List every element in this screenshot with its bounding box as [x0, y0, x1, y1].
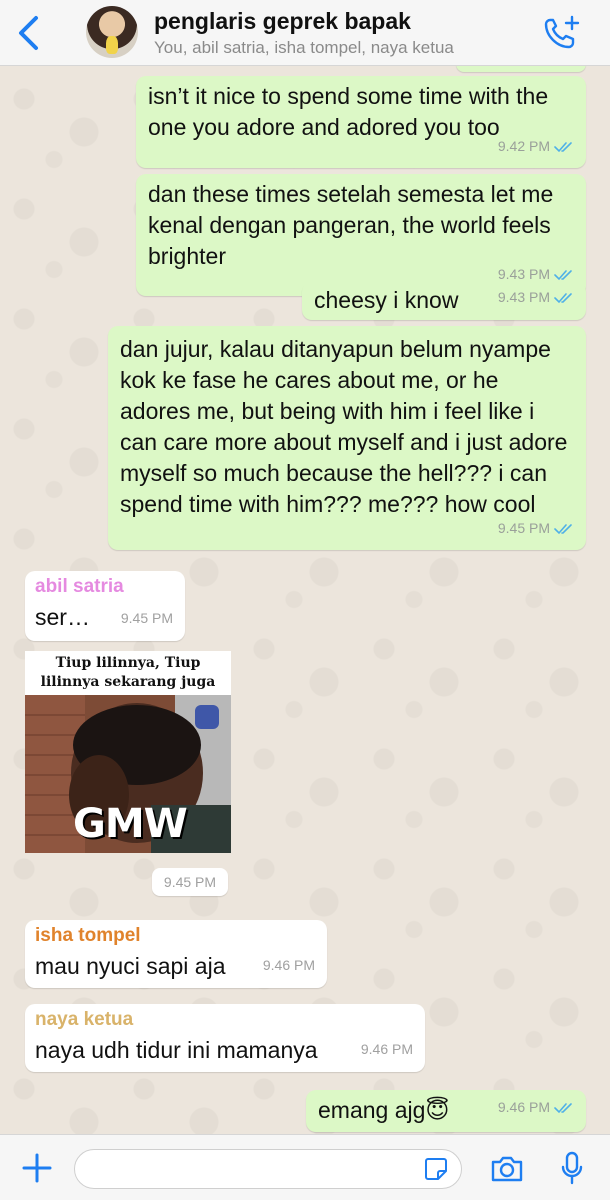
message-input[interactable]	[74, 1149, 462, 1189]
microphone-icon[interactable]	[560, 1151, 584, 1185]
message-time: 9.45 PM	[120, 610, 173, 626]
group-avatar[interactable]	[86, 6, 138, 58]
sticker-icon[interactable]	[424, 1157, 448, 1181]
message-bubble-outgoing[interactable]: isn’t it nice to spend some time with th…	[136, 76, 586, 168]
message-meta: 9.46 PM	[263, 950, 315, 981]
message-time: 9.46 PM	[497, 1099, 550, 1115]
sticker-message[interactable]: Tiup lilinnya, Tiup lilinnya sekarang ju…	[25, 651, 231, 853]
message-input-bar	[0, 1134, 610, 1200]
participants-list[interactable]: You, abil satria, isha tompel, naya ketu…	[154, 38, 454, 58]
message-meta: 9.46 PM	[361, 1034, 413, 1065]
sender-name: naya ketua	[35, 1009, 134, 1030]
sticker-caption: Tiup lilinnya, Tiup lilinnya sekarang ju…	[25, 651, 231, 695]
message-bubble-incoming[interactable]: naya ketua naya udh tidur ini mamanya 9.…	[25, 1004, 425, 1072]
message-meta: 9.43 PM	[498, 282, 574, 313]
message-list[interactable]: isn’t it nice to spend some time with th…	[0, 66, 610, 1134]
read-receipt-icon	[554, 292, 572, 303]
message-time: 9.46 PM	[262, 957, 315, 973]
message-bubble-outgoing[interactable]: emang ajg😇 9.46 PM	[306, 1090, 586, 1132]
message-meta: 9.45 PM	[498, 513, 574, 544]
camera-icon[interactable]	[490, 1155, 524, 1183]
message-bubble-incoming[interactable]: isha tompel mau nyuci sapi aja 9.46 PM	[25, 920, 327, 988]
read-receipt-icon	[554, 141, 572, 152]
read-receipt-icon	[554, 1102, 572, 1113]
sticker-time: 9.45 PM	[152, 868, 228, 896]
message-bubble-outgoing[interactable]: dan jujur, kalau ditanyapun belum nyampe…	[108, 326, 586, 550]
sender-name: abil satria	[35, 576, 124, 597]
previous-message-bubble	[456, 66, 586, 72]
message-bubble-incoming[interactable]: abil satria ser… 9.45 PM	[25, 571, 185, 641]
read-receipt-icon	[554, 523, 572, 534]
message-time: 9.43 PM	[497, 289, 550, 305]
message-text: dan jujur, kalau ditanyapun belum nyampe…	[120, 336, 568, 517]
message-time: 9.46 PM	[360, 1041, 413, 1057]
plus-icon[interactable]	[22, 1153, 52, 1183]
sender-name: isha tompel	[35, 925, 141, 946]
chat-title[interactable]: penglaris geprek bapak	[154, 8, 411, 35]
sticker-badge-text: GMW	[73, 801, 188, 847]
read-receipt-icon	[554, 269, 572, 280]
message-meta: 9.46 PM	[498, 1092, 574, 1123]
message-bubble-outgoing[interactable]: cheesy i know 9.43 PM	[302, 282, 586, 320]
message-time: 9.45 PM	[497, 520, 550, 536]
message-meta: 9.42 PM	[498, 131, 574, 162]
message-meta: 9.45 PM	[121, 603, 173, 634]
add-call-icon[interactable]	[542, 14, 582, 52]
message-time: 9.42 PM	[497, 138, 550, 154]
message-text: naya udh tidur ini mamanya	[35, 1037, 318, 1063]
message-bubble-outgoing[interactable]: dan these times setelah semesta let me k…	[136, 174, 586, 296]
chevron-left-icon[interactable]	[14, 14, 44, 52]
chat-header: penglaris geprek bapak You, abil satria,…	[0, 0, 610, 66]
